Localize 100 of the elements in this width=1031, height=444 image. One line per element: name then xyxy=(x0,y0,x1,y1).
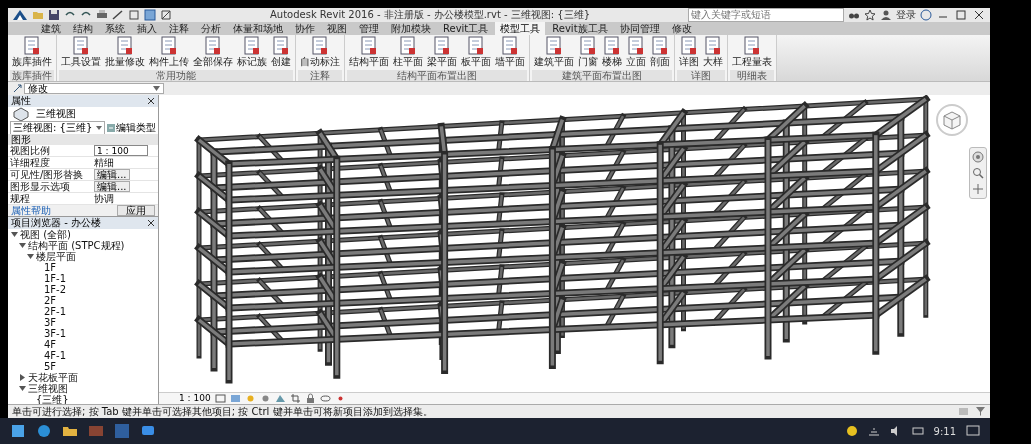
edit-button[interactable]: 编辑... xyxy=(94,181,130,192)
group-header[interactable]: 图形 xyxy=(8,134,158,145)
ribbon-button[interactable]: 构件上传 xyxy=(147,35,191,70)
tree-item[interactable]: 1F-1 xyxy=(44,273,67,284)
ribbon-tab[interactable]: 附加模块 xyxy=(386,22,436,35)
tree-item[interactable]: 2F xyxy=(44,295,57,306)
ribbon-button[interactable]: 大样 xyxy=(701,35,725,70)
ribbon-button[interactable]: 梁平面 xyxy=(425,35,459,70)
close-icon[interactable] xyxy=(147,97,155,105)
tree-item[interactable]: 楼层平面 xyxy=(36,251,76,262)
edit-button[interactable]: 编辑... xyxy=(94,169,130,180)
pan-icon[interactable] xyxy=(972,183,984,195)
tree-toggle-icon[interactable] xyxy=(27,253,34,260)
tree-toggle-icon[interactable] xyxy=(19,385,26,392)
tree-item[interactable]: 1F-2 xyxy=(44,284,67,295)
clock-time[interactable]: 9:11 xyxy=(933,425,956,437)
section-icon[interactable] xyxy=(160,9,172,21)
ribbon-button[interactable]: 立面 xyxy=(624,35,648,70)
ribbon-button[interactable]: 批量修改 xyxy=(103,35,147,70)
view-scale[interactable]: 1 : 100 xyxy=(179,393,211,404)
view-cube-icon[interactable] xyxy=(935,103,969,137)
start-icon[interactable] xyxy=(10,423,26,439)
star-icon[interactable] xyxy=(864,9,876,21)
user-icon[interactable] xyxy=(880,9,892,21)
ribbon-button[interactable]: 自动标注 xyxy=(298,35,342,70)
ribbon-tab[interactable]: 管理 xyxy=(354,22,384,35)
tree-item[interactable]: 结构平面 (STPC规程) xyxy=(28,240,125,251)
ribbon-button[interactable]: 工程量表 xyxy=(730,35,774,70)
apply-button[interactable]: 应用 xyxy=(117,205,155,216)
navigation-bar[interactable] xyxy=(969,147,987,199)
ribbon-button[interactable]: 建筑平面 xyxy=(532,35,576,70)
tree-item[interactable]: 4F xyxy=(44,339,57,350)
sheet-icon xyxy=(311,36,329,56)
ribbon-tab[interactable]: 建筑 xyxy=(36,22,66,35)
tree-item[interactable]: 1F xyxy=(44,262,57,273)
ribbon-tab[interactable]: 系统 xyxy=(100,22,130,35)
zoom-icon[interactable] xyxy=(972,167,984,179)
sheet-icon xyxy=(545,36,563,56)
help-icon[interactable] xyxy=(920,9,932,21)
ribbon-tab[interactable]: 结构 xyxy=(68,22,98,35)
tray-app-icon[interactable] xyxy=(845,425,858,437)
tree-item[interactable]: 2F-1 xyxy=(44,306,67,317)
close-icon[interactable] xyxy=(147,219,155,227)
ribbon-button[interactable]: 标记族 xyxy=(235,35,269,70)
ribbon-button[interactable]: 楼梯 xyxy=(600,35,624,70)
notification-icon[interactable] xyxy=(966,425,980,437)
ribbon-button[interactable]: 创建 xyxy=(269,35,293,70)
save-icon[interactable] xyxy=(48,9,60,21)
property-field[interactable]: 1 : 100 xyxy=(94,145,148,156)
ribbon-button[interactable]: 墙平面 xyxy=(493,35,527,70)
measure-icon[interactable] xyxy=(112,9,124,21)
ribbon-tab[interactable]: 协同管理 xyxy=(614,22,665,35)
app-logo-icon[interactable] xyxy=(12,9,28,21)
panel-label: 详图 xyxy=(677,70,725,81)
tree-toggle-icon[interactable] xyxy=(19,374,26,381)
close-icon[interactable] xyxy=(972,9,986,21)
ribbon-button[interactable]: 结构平面 xyxy=(347,35,391,70)
lock-icon[interactable] xyxy=(304,393,316,404)
tree-toggle-icon[interactable] xyxy=(19,242,26,249)
crop-icon[interactable] xyxy=(289,393,301,404)
property-name: 规程 xyxy=(9,193,31,204)
tree-item[interactable]: 三维视图 xyxy=(28,383,68,394)
print-icon[interactable] xyxy=(96,9,108,21)
ribbon-tab[interactable]: 视图 xyxy=(322,22,352,35)
sheet-icon xyxy=(160,36,178,56)
tree-toggle-icon[interactable] xyxy=(11,231,18,238)
ribbon-tab[interactable]: 注释 xyxy=(164,22,194,35)
tree-item[interactable]: 5F xyxy=(44,361,57,372)
ribbon-button[interactable]: 全部保存 xyxy=(191,35,235,70)
sheet-icon xyxy=(627,36,645,56)
panel-title: 项目浏览器 - 办公楼 xyxy=(11,217,102,229)
steering-wheel-icon[interactable] xyxy=(972,151,984,163)
tree-item[interactable]: 4F-1 xyxy=(44,350,67,361)
mode-dropdown[interactable]: 修改 xyxy=(24,83,164,94)
ribbon-button[interactable]: 详图 xyxy=(677,35,701,70)
tree-item[interactable]: 视图 (全部) xyxy=(20,229,71,240)
tree-item[interactable]: 3F xyxy=(44,317,57,328)
ribbon-tab[interactable]: 体量和场地 xyxy=(228,22,288,35)
ribbon-button[interactable]: 工具设置 xyxy=(59,35,103,70)
ribbon-button[interactable]: 门窗 xyxy=(576,35,600,70)
sign-in-link[interactable]: 登录 xyxy=(896,8,916,22)
tree-item[interactable]: 3F-1 xyxy=(44,328,67,339)
ribbon-button[interactable]: 族库插件 xyxy=(10,35,54,70)
maximize-icon[interactable] xyxy=(954,9,968,21)
edit-type-button[interactable]: 编辑类型 xyxy=(107,120,156,135)
properties-help-link[interactable]: 属性帮助 xyxy=(11,205,51,216)
ribbon-tab[interactable]: 插入 xyxy=(132,22,162,35)
ribbon-button[interactable]: 板平面 xyxy=(459,35,493,70)
ribbon-tab[interactable]: Revit族工具 xyxy=(547,22,613,35)
ribbon-tab[interactable]: 修改 xyxy=(666,22,697,35)
ribbon-tab[interactable]: Revit工具 xyxy=(438,22,494,35)
window-title: Autodesk Revit 2016 - 非注册版 - 办公楼模型.rvt - 三维视图: {三维} xyxy=(268,8,592,22)
search-field[interactable]: 键入关键字或短语 xyxy=(688,8,844,22)
property-name: 视图比例 xyxy=(9,145,51,156)
tree-item[interactable]: 天花板平面 xyxy=(28,372,78,383)
ribbon-tab[interactable]: 协作 xyxy=(290,22,320,35)
ribbon-button[interactable]: 剖面 xyxy=(648,35,672,70)
ribbon-tab[interactable]: 模型工具 xyxy=(495,22,546,35)
ribbon-button[interactable]: 柱平面 xyxy=(391,35,425,70)
ribbon-tab[interactable]: 分析 xyxy=(196,22,226,35)
